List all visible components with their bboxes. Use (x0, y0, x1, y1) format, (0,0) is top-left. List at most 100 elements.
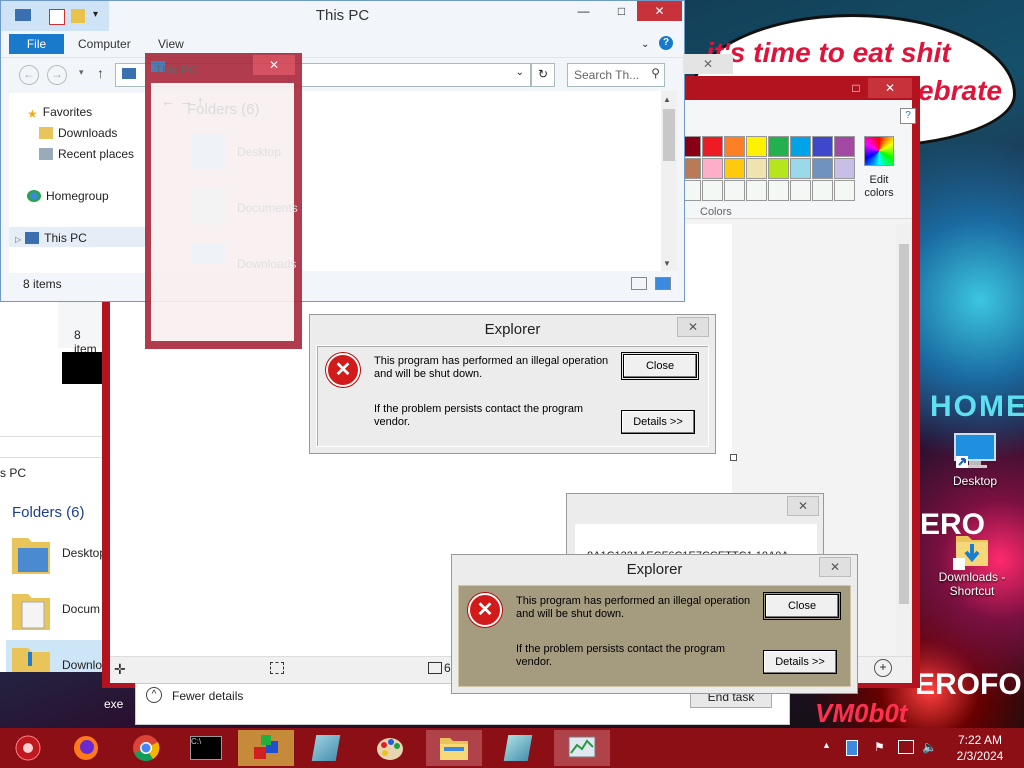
close-button[interactable]: Close (763, 592, 841, 620)
this-pc-icon (122, 68, 136, 79)
app-taskbar-button-notebook[interactable] (298, 730, 354, 766)
color-swatch[interactable] (834, 180, 855, 201)
nav-this-pc[interactable]: ▷ This PC (15, 231, 87, 245)
volume-muted-icon[interactable]: 🔈 (922, 740, 937, 754)
color-swatch[interactable] (702, 180, 723, 201)
start-button[interactable] (0, 730, 56, 766)
cubes-icon (254, 735, 278, 759)
color-swatch[interactable] (790, 136, 811, 157)
clock-time: 7:22 AM (957, 733, 1003, 747)
chevron-up-icon[interactable]: ^ (146, 687, 162, 703)
folder-label[interactable]: Downlo (62, 658, 102, 672)
scroll-thumb[interactable] (663, 109, 675, 161)
color-swatch[interactable] (812, 136, 833, 157)
network-icon[interactable] (898, 740, 914, 754)
color-swatch[interactable] (834, 158, 855, 179)
tab-computer[interactable]: Computer (78, 37, 131, 51)
show-hidden-icons-icon[interactable]: ▲ (822, 740, 831, 750)
task-manager-taskbar-button[interactable] (554, 730, 610, 766)
help-icon[interactable]: ? (900, 108, 916, 124)
expand-arrow-icon[interactable]: ▷ (15, 235, 21, 244)
color-swatch[interactable] (746, 158, 767, 179)
nav-recent-places[interactable]: Recent places (39, 147, 134, 161)
tab-file[interactable]: File (9, 34, 64, 54)
color-swatch[interactable] (724, 136, 745, 157)
color-swatch[interactable] (746, 136, 767, 157)
recent-chevron-icon[interactable]: ▾ (79, 67, 84, 78)
chrome-taskbar-button[interactable] (118, 730, 174, 766)
back-address-bar[interactable] (0, 436, 104, 458)
folder-label[interactable]: Desktop (62, 546, 106, 560)
folder-label[interactable]: Docum (62, 602, 100, 616)
nav-homegroup[interactable]: Homegroup (27, 189, 109, 203)
edit-colors-icon[interactable] (864, 136, 894, 166)
hidden-window-close-button[interactable]: ✕ (683, 54, 733, 74)
flag-icon[interactable]: ⚑ (874, 740, 885, 754)
back-arrow-icon[interactable]: ← (19, 65, 39, 85)
cmd-icon: C:\ (190, 736, 222, 760)
scroll-down-icon[interactable]: ▼ (663, 259, 671, 268)
ghost-close-button[interactable]: ✕ (253, 55, 295, 75)
palette-icon (377, 738, 403, 760)
desktop-icon-downloads-shortcut[interactable]: Downloads - Shortcut (932, 528, 1012, 598)
folder-desktop-icon (10, 532, 52, 581)
ghost-item: Downloads (237, 257, 297, 271)
color-swatch[interactable] (724, 180, 745, 201)
scroll-up-icon[interactable]: ▲ (663, 95, 671, 104)
fewer-details-link[interactable]: Fewer details (172, 689, 243, 703)
ribbon-expand-icon[interactable]: ⌄ (641, 39, 649, 50)
scroll-thumb[interactable] (899, 244, 909, 604)
refresh-icon[interactable]: ↻ (531, 63, 555, 87)
close-button[interactable]: ✕ (637, 1, 682, 21)
monitor-icon (953, 432, 997, 470)
color-swatch[interactable] (768, 158, 789, 179)
large-icons-view-icon[interactable] (655, 277, 671, 290)
details-view-icon[interactable] (631, 277, 647, 290)
address-dropdown-icon[interactable]: ⌄ (516, 67, 524, 78)
nav-downloads[interactable]: Downloads (39, 126, 117, 140)
desktop-icon-desktop[interactable]: Desktop (935, 432, 1015, 488)
edit-colors-label[interactable]: Edit colors (854, 174, 904, 200)
color-swatch[interactable] (702, 158, 723, 179)
zoom-in-icon[interactable]: + (874, 659, 892, 677)
tab-view[interactable]: View (158, 37, 184, 51)
move-icon: ✛ (114, 661, 126, 677)
details-button[interactable]: Details >> (621, 410, 695, 434)
explorer-taskbar-button[interactable] (426, 730, 482, 766)
cmd-taskbar-button[interactable]: C:\ (178, 730, 234, 766)
help-icon[interactable]: ? (659, 36, 673, 50)
up-arrow-icon[interactable]: ↑ (97, 65, 104, 81)
color-swatch[interactable] (812, 158, 833, 179)
color-swatch[interactable] (790, 180, 811, 201)
color-swatch[interactable] (768, 136, 789, 157)
color-swatch[interactable] (746, 180, 767, 201)
paint-taskbar-button[interactable] (362, 730, 418, 766)
dialog-close-x-button[interactable]: ✕ (819, 557, 851, 577)
search-box[interactable]: Search Th... ⚲ (567, 63, 665, 87)
close-button[interactable]: Close (621, 352, 699, 380)
nav-favorites[interactable]: ★ Favorites (27, 105, 92, 121)
dialog-behind-close-button[interactable]: ✕ (787, 496, 819, 516)
firefox-taskbar-button[interactable] (58, 730, 114, 766)
content-vscroll[interactable]: ▲ ▼ (661, 91, 677, 271)
chrome-icon (133, 735, 160, 762)
details-button[interactable]: Details >> (763, 650, 837, 674)
app-taskbar-button-notebook-2[interactable] (490, 730, 546, 766)
app-taskbar-button-cubes[interactable] (238, 730, 294, 766)
canvas-resize-handle[interactable] (730, 454, 737, 461)
forward-arrow-icon[interactable]: → (47, 65, 67, 85)
color-swatch[interactable] (702, 136, 723, 157)
folders-heading: Folders (6) (12, 504, 85, 521)
color-swatch[interactable] (834, 136, 855, 157)
color-swatch[interactable] (812, 180, 833, 201)
color-swatch[interactable] (724, 158, 745, 179)
firefox-icon (74, 736, 98, 760)
color-swatch[interactable] (768, 180, 789, 201)
dialog-close-x-button[interactable]: ✕ (677, 317, 709, 337)
paint-vscroll[interactable] (896, 224, 912, 656)
paint-maximize-button[interactable]: □ (842, 78, 870, 98)
clock[interactable]: 7:22 AM 2/3/2024 (950, 732, 1010, 764)
battery-icon[interactable] (846, 740, 858, 756)
paint-close-button[interactable]: ✕ (868, 78, 912, 98)
color-swatch[interactable] (790, 158, 811, 179)
